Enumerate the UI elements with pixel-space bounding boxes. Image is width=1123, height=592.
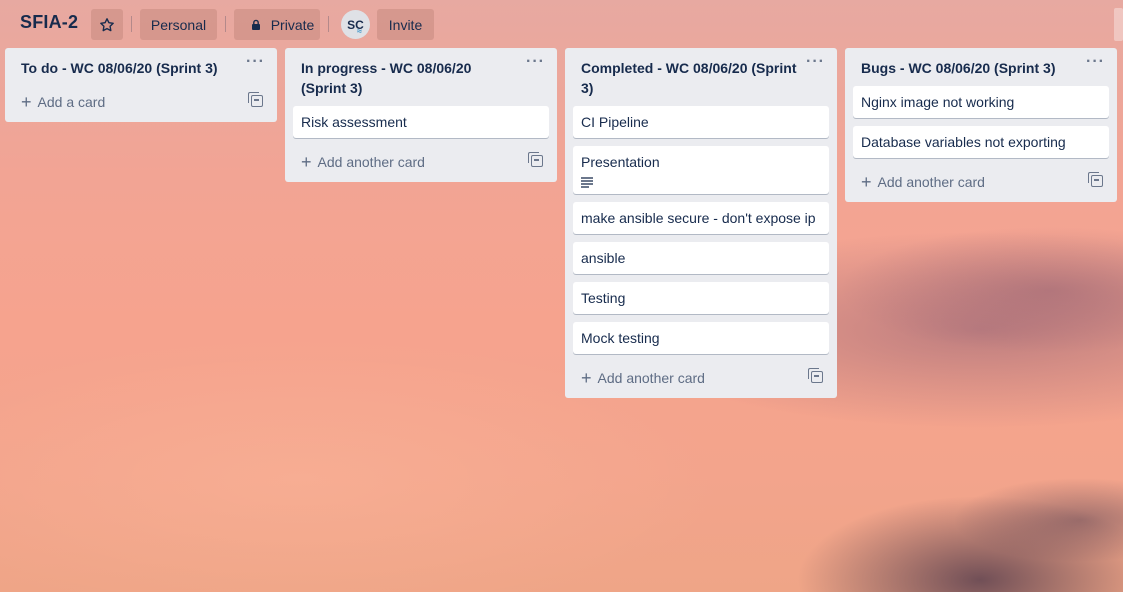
list-menu-icon[interactable]: ··· xyxy=(806,54,825,70)
board-header: SFIA-2 Personal Private SC ≈ Invite xyxy=(0,0,1123,48)
card[interactable]: make ansible secure - don't expose ip xyxy=(573,202,829,234)
description-icon xyxy=(581,176,593,188)
card[interactable]: Mock testing xyxy=(573,322,829,354)
add-card-label: Add a card xyxy=(37,94,106,110)
personal-team-button[interactable]: Personal xyxy=(140,9,217,40)
list-title[interactable]: Completed - WC 08/06/20 (Sprint 3) xyxy=(581,60,796,96)
list-completed: Completed - WC 08/06/20 (Sprint 3) ··· C… xyxy=(565,48,837,398)
card-template-icon[interactable] xyxy=(808,368,823,383)
header-divider xyxy=(225,16,226,32)
star-icon xyxy=(100,17,114,31)
visibility-button[interactable]: Private xyxy=(234,9,320,40)
invite-button[interactable]: Invite xyxy=(377,9,434,40)
add-card-button[interactable]: + Add another card xyxy=(573,362,829,394)
card-template-icon[interactable] xyxy=(248,92,263,107)
list-header[interactable]: To do - WC 08/06/20 (Sprint 3) ··· xyxy=(5,48,277,86)
list-in-progress: In progress - WC 08/06/20 (Sprint 3) ···… xyxy=(285,48,557,182)
star-button[interactable] xyxy=(91,9,123,40)
add-card-button[interactable]: + Add another card xyxy=(853,166,1109,198)
plus-icon: + xyxy=(301,152,312,172)
card[interactable]: Testing xyxy=(573,282,829,314)
card-title: Presentation xyxy=(581,154,660,170)
menu-toggle-handle[interactable] xyxy=(1114,8,1123,41)
visibility-label: Private xyxy=(270,16,315,33)
list-header[interactable]: Completed - WC 08/06/20 (Sprint 3) ··· xyxy=(565,48,837,106)
admin-chevron-icon: ≈ xyxy=(357,26,362,36)
add-card-label: Add another card xyxy=(317,154,425,170)
card-template-icon[interactable] xyxy=(528,152,543,167)
card[interactable]: Risk assessment xyxy=(293,106,549,138)
plus-icon: + xyxy=(21,92,32,112)
list-menu-icon[interactable]: ··· xyxy=(1086,54,1105,70)
list-menu-icon[interactable]: ··· xyxy=(246,54,265,70)
plus-icon: + xyxy=(861,172,872,192)
add-card-button[interactable]: + Add a card xyxy=(13,86,269,118)
list-header[interactable]: In progress - WC 08/06/20 (Sprint 3) ··· xyxy=(285,48,557,106)
list-to-do: To do - WC 08/06/20 (Sprint 3) ··· + Add… xyxy=(5,48,277,122)
card[interactable]: Database variables not exporting xyxy=(853,126,1109,158)
card[interactable]: Presentation xyxy=(573,146,829,194)
list-menu-icon[interactable]: ··· xyxy=(526,54,545,70)
card[interactable]: ansible xyxy=(573,242,829,274)
list-title[interactable]: To do - WC 08/06/20 (Sprint 3) xyxy=(21,60,218,76)
list-bugs: Bugs - WC 08/06/20 (Sprint 3) ··· Nginx … xyxy=(845,48,1117,202)
list-title[interactable]: In progress - WC 08/06/20 (Sprint 3) xyxy=(301,60,471,96)
plus-icon: + xyxy=(581,368,592,388)
board-title[interactable]: SFIA-2 xyxy=(20,12,78,33)
header-divider xyxy=(131,16,132,32)
add-card-label: Add another card xyxy=(597,370,705,386)
card-template-icon[interactable] xyxy=(1088,172,1103,187)
list-header[interactable]: Bugs - WC 08/06/20 (Sprint 3) ··· xyxy=(845,48,1117,86)
member-avatar[interactable]: SC xyxy=(341,10,370,39)
header-divider xyxy=(328,16,329,32)
list-title[interactable]: Bugs - WC 08/06/20 (Sprint 3) xyxy=(861,60,1055,76)
add-card-label: Add another card xyxy=(877,174,985,190)
card[interactable]: Nginx image not working xyxy=(853,86,1109,118)
lock-icon xyxy=(251,19,260,30)
add-card-button[interactable]: + Add another card xyxy=(293,146,549,178)
card[interactable]: CI Pipeline xyxy=(573,106,829,138)
